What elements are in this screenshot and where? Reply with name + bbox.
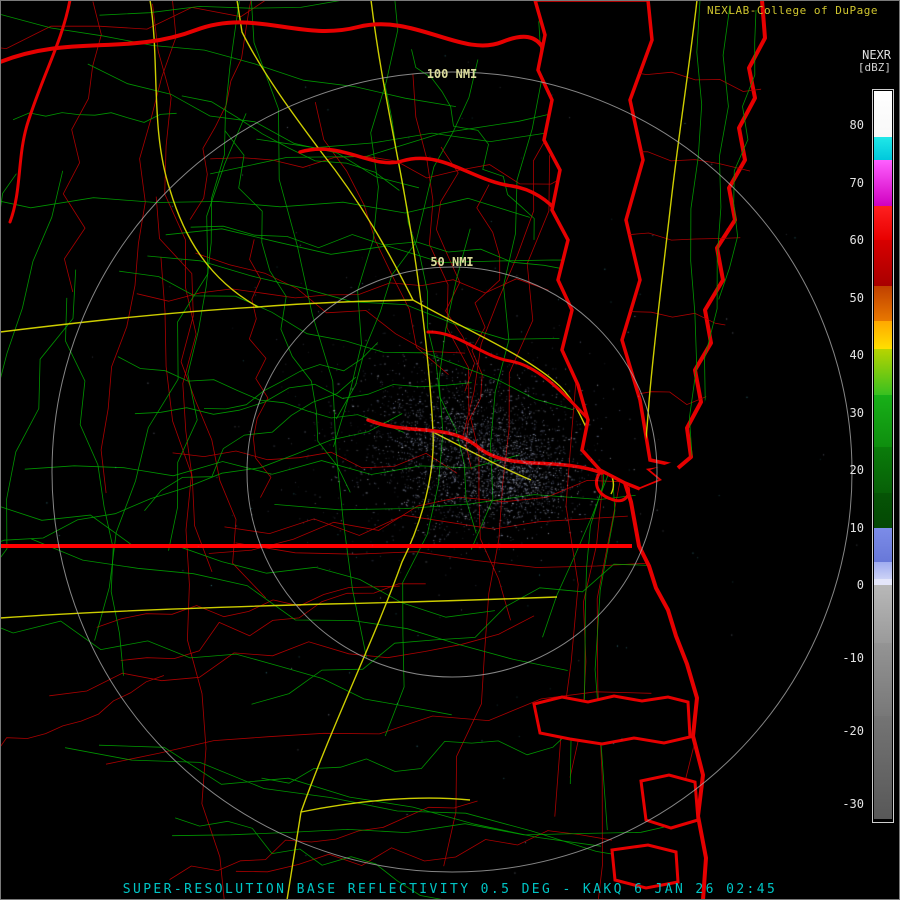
colorbar-segment (874, 137, 892, 160)
colorbar-segment (874, 493, 892, 528)
colorbar-segment (874, 91, 892, 137)
colorbar-segment (874, 160, 892, 206)
colorbar-tick: 20 (826, 463, 864, 477)
colorbar-tick: 10 (826, 521, 864, 535)
colorbar-tick: 70 (826, 176, 864, 190)
colorbar-segment (874, 643, 892, 716)
colorbar-units: [dBZ] (858, 61, 891, 74)
colorbar-segment (874, 528, 892, 563)
radar-display: 100 NMI 50 NMI NEXLAB-College of DuPage … (0, 0, 900, 900)
colorbar-tick: 60 (826, 233, 864, 247)
colorbar-segment (874, 206, 892, 241)
colorbar-segment (874, 447, 892, 493)
colorbar-segment (874, 395, 892, 447)
colorbar-segment (874, 562, 892, 579)
colorbar-segment (874, 349, 892, 395)
product-caption: SUPER-RESOLUTION BASE REFLECTIVITY 0.5 D… (0, 882, 900, 897)
colorbar-tick: 50 (826, 291, 864, 305)
colorbar-segment (874, 716, 892, 818)
colorbar-segment (874, 321, 892, 350)
colorbar-segment (874, 585, 892, 643)
colorbar-title: NEXR (862, 48, 891, 62)
colorbar-segment (874, 240, 892, 286)
colorbar-tick: -20 (826, 724, 864, 738)
colorbar-tick: 40 (826, 348, 864, 362)
colorbar-tick: 80 (826, 118, 864, 132)
colorbar-tick: -10 (826, 651, 864, 665)
nexlab-brand: NEXLAB-College of DuPage (707, 4, 878, 17)
colorbar-segment (874, 286, 892, 321)
colorbar-tick: -30 (826, 797, 864, 811)
reflectivity-echoes-layer (0, 0, 900, 900)
colorbar-tick: 0 (826, 578, 864, 592)
colorbar-tick: 30 (826, 406, 864, 420)
